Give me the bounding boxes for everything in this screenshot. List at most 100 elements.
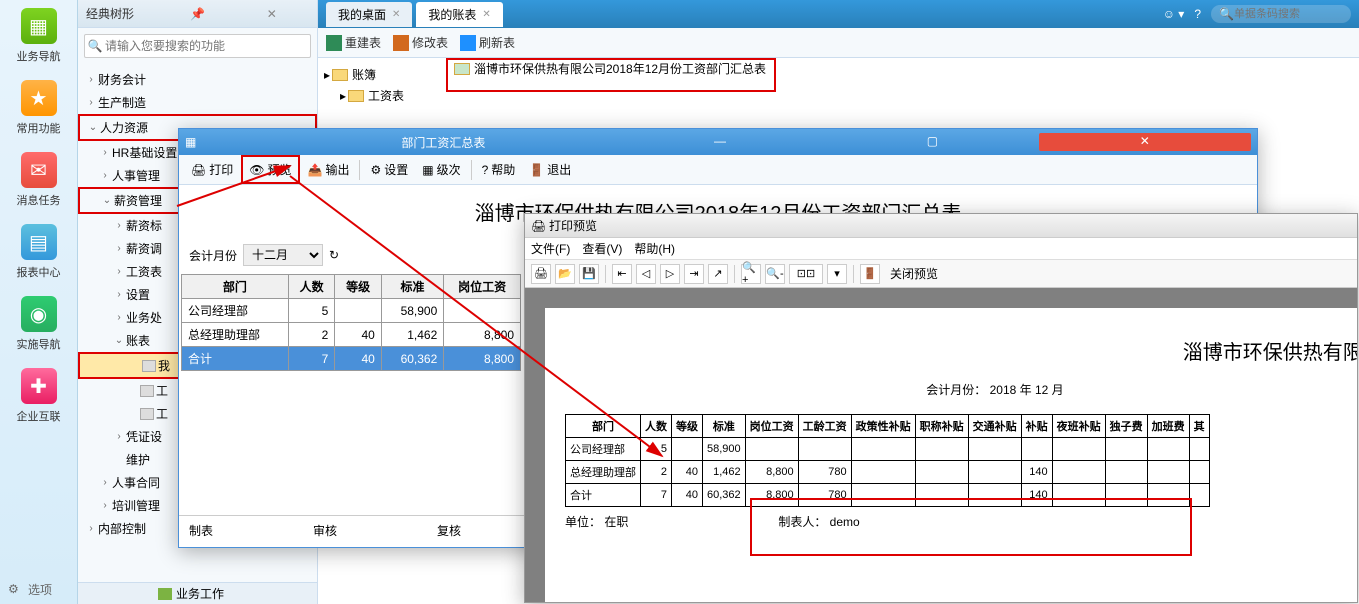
next-page-button[interactable]: ▷ (660, 264, 680, 284)
chevron-icon: › (112, 243, 126, 254)
menu-item[interactable]: 查看(V) (582, 240, 622, 257)
exit-button[interactable]: 🚪 (860, 264, 880, 284)
tree-label: 人力资源 (100, 119, 148, 136)
close-preview-link[interactable]: 关闭预览 (890, 265, 938, 282)
close-icon[interactable]: ✕ (482, 9, 490, 20)
col-header: 独子费 (1105, 415, 1147, 438)
toolbar-button[interactable]: ▦级次 (416, 157, 466, 182)
minimize-button[interactable]: — (614, 133, 826, 151)
nav-label: 常用功能 (17, 120, 61, 136)
col-header: 补贴 (1021, 415, 1052, 438)
first-page-button[interactable]: ⇤ (612, 264, 632, 284)
chevron-icon: ⌄ (86, 122, 100, 133)
fit-button[interactable]: ▾ (827, 264, 847, 284)
tab[interactable]: 我的账表✕ (416, 2, 502, 27)
doc-icon (140, 385, 154, 397)
zoom-out-button[interactable]: 🔍- (765, 264, 785, 284)
toolbar-button[interactable]: 📤输出 (302, 157, 356, 182)
folder-label: 账簿 (352, 66, 376, 83)
maximize-button[interactable]: ▢ (826, 133, 1038, 151)
goto-button[interactable]: ↗ (708, 264, 728, 284)
nav-item[interactable]: ✉消息任务 (0, 144, 77, 216)
user-icon[interactable]: ☺ ▾ (1163, 7, 1185, 21)
tab[interactable]: 我的桌面✕ (326, 2, 412, 27)
col-header: 岗位工资 (745, 415, 798, 438)
nav-item[interactable]: ◉实施导航 (0, 288, 77, 360)
last-page-button[interactable]: ⇥ (684, 264, 704, 284)
tree-label: 凭证设 (126, 428, 162, 445)
nav-label: 业务导航 (17, 48, 61, 64)
tool-label: 设置 (384, 161, 408, 178)
col-header: 岗位工资 (444, 275, 521, 299)
zoom-in-button[interactable]: 🔍+ (741, 264, 761, 284)
tree-item[interactable]: ›生产制造 (78, 91, 317, 114)
cell (444, 299, 521, 323)
preview-title: 打印预览 (549, 217, 597, 234)
open-button[interactable]: 📂 (555, 264, 575, 284)
chevron-icon: › (112, 266, 126, 277)
toolbar-button[interactable]: 刷新表 (460, 34, 515, 51)
save-button[interactable]: 💾 (579, 264, 599, 284)
top-right: ☺ ▾ ? 🔍 (1163, 5, 1351, 23)
cell: 60,362 (703, 484, 746, 507)
toolbar-button[interactable]: 👁预览 (241, 155, 299, 184)
cell: 40 (335, 323, 382, 347)
folder-icon (348, 90, 364, 102)
toolbar-button[interactable]: 修改表 (393, 34, 448, 51)
month-select[interactable]: 十二月 (243, 244, 323, 266)
tree-label: 生产制造 (98, 94, 146, 111)
cell (1105, 438, 1147, 461)
chevron-icon: ⌄ (100, 195, 114, 206)
nav-item[interactable]: ★常用功能 (0, 72, 77, 144)
tree-header: 经典树形 📌 ✕ (78, 0, 317, 28)
close-icon[interactable]: ✕ (392, 9, 400, 20)
tree-item[interactable]: ›财务会计 (78, 68, 317, 91)
bottom-tab[interactable]: 业务工作 (78, 582, 317, 604)
menu-item[interactable]: 帮助(H) (634, 240, 675, 257)
barcode-search-input[interactable] (1234, 8, 1359, 20)
tree-label: 人事合同 (112, 474, 160, 491)
chevron-icon: › (98, 147, 112, 158)
toolbar-button[interactable]: ?帮助 (476, 157, 522, 182)
doc-row[interactable]: 淄博市环保供热有限公司2018年12月份工资部门汇总表 (454, 60, 766, 77)
top-search[interactable]: 🔍 (1211, 5, 1351, 23)
cell: 8,800 (745, 461, 798, 484)
pin-icon[interactable]: 📌 (160, 7, 234, 21)
status-make: 制表 (189, 522, 213, 539)
help-icon[interactable]: ? (1194, 7, 1201, 21)
page-title: 淄博市环保供热有限公司20 (565, 328, 1357, 373)
chevron-icon: › (112, 220, 126, 231)
toolbar-button[interactable]: ⚙设置 (364, 157, 414, 182)
nav-item[interactable]: ▤报表中心 (0, 216, 77, 288)
window-title: 部门工资汇总表 (401, 134, 613, 151)
summary-table: 部门人数等级标准岗位工资公司经理部558,900总经理助理部2401,4628,… (181, 274, 521, 371)
toolbar-button[interactable]: 🖨打印 (185, 157, 239, 182)
cell (745, 438, 798, 461)
toolbar-button[interactable]: 🚪退出 (523, 157, 577, 182)
cell: 5 (641, 438, 672, 461)
search-input[interactable] (105, 39, 310, 53)
tree-label: 工 (156, 382, 168, 399)
close-icon[interactable]: ✕ (235, 7, 309, 21)
cell (915, 438, 968, 461)
menu-item[interactable]: 文件(F) (531, 240, 570, 257)
prev-page-button[interactable]: ◁ (636, 264, 656, 284)
close-button[interactable]: ✕ (1039, 133, 1251, 151)
bottom-tab-label: 业务工作 (176, 585, 224, 602)
zoom-level[interactable]: ⊡⊡ (789, 264, 823, 284)
col-header: 夜班补贴 (1052, 415, 1105, 438)
cell: 2 (641, 461, 672, 484)
print-button[interactable]: 🖨 (531, 264, 551, 284)
cell (1147, 438, 1189, 461)
nav-item[interactable]: ✚企业互联 (0, 360, 77, 432)
nav-item[interactable]: ▦业务导航 (0, 0, 77, 72)
chevron-icon: › (98, 500, 112, 511)
chevron-icon: › (84, 523, 98, 534)
options-link[interactable]: ⚙ 选项 (8, 581, 52, 598)
refresh-icon[interactable]: ↻ (329, 248, 339, 262)
col-header: 职称补贴 (915, 415, 968, 438)
content-tree: ▸ 账簿 ▸ 工资表 淄博市环保供热有限公司2018年12月份工资部门汇总表 (318, 58, 1359, 112)
toolbar-button[interactable]: 重建表 (326, 34, 381, 51)
preview-menubar: 文件(F) 查看(V) 帮助(H) (525, 238, 1357, 260)
tree-search[interactable]: 🔍 (84, 34, 311, 58)
